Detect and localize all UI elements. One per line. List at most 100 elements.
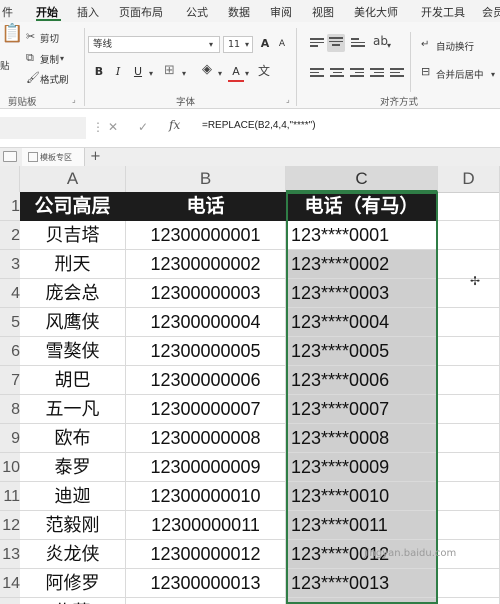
empty-cell[interactable] [438, 424, 500, 453]
name-box[interactable] [0, 117, 86, 139]
menu-beautify[interactable]: 美化大师 [354, 4, 398, 20]
paste-icon[interactable]: 📋 [1, 25, 23, 43]
scissors-icon[interactable]: ✂ [26, 31, 35, 43]
row-header[interactable]: 9 [0, 424, 20, 453]
align-top-icon[interactable] [310, 38, 324, 49]
empty-cell[interactable] [438, 395, 500, 424]
masked-cell[interactable]: 123****0013 [286, 569, 438, 598]
dialog-launcher-icon[interactable]: ⌟ [72, 94, 76, 106]
name-cell[interactable]: 雪獒侠 [20, 337, 126, 366]
masked-cell[interactable]: 123****0001 [286, 221, 438, 250]
menu-home[interactable]: 开始 [36, 4, 58, 20]
name-cell[interactable]: 刑天 [20, 250, 126, 279]
masked-cell[interactable]: 123****0004 [286, 308, 438, 337]
row-header[interactable]: 15 [0, 598, 20, 604]
phone-cell[interactable]: 12300000008 [126, 424, 286, 453]
menu-page-layout[interactable]: 页面布局 [119, 4, 163, 20]
menu-developer[interactable]: 开发工具 [421, 4, 465, 20]
row-header[interactable]: 1 [0, 192, 20, 221]
merge-center-button[interactable]: 合并后居中 [436, 67, 484, 81]
grow-font-button[interactable]: A [257, 36, 273, 52]
cut-button[interactable]: 剪切 [40, 31, 59, 45]
tab-template-zone[interactable]: 模板专区 [22, 148, 85, 166]
row-header[interactable]: 6 [0, 337, 20, 366]
brush-icon[interactable]: 🖌 [26, 72, 40, 84]
dialog-launcher-icon[interactable]: ⌟ [286, 94, 290, 106]
empty-cell[interactable] [438, 511, 500, 540]
paste-label[interactable]: 贴 [0, 58, 10, 72]
masked-cell[interactable]: 123****0005 [286, 337, 438, 366]
chevron-down-icon[interactable]: ▾ [387, 40, 391, 52]
font-color-button[interactable]: A [228, 64, 244, 82]
empty-cell[interactable] [438, 366, 500, 395]
menu-view[interactable]: 视图 [312, 4, 334, 20]
phone-cell[interactable]: 12300000003 [126, 279, 286, 308]
confirm-icon[interactable]: ✓ [138, 120, 148, 134]
bold-button[interactable]: B [91, 64, 107, 80]
name-cell[interactable]: 胡巴 [20, 366, 126, 395]
format-painter-button[interactable]: 格式刷 [40, 72, 69, 86]
align-center-icon[interactable] [330, 68, 344, 79]
name-cell[interactable]: 阿修罗 [20, 569, 126, 598]
menu-data[interactable]: 数据 [228, 4, 250, 20]
name-cell[interactable]: 迪迦 [20, 482, 126, 511]
header-cell[interactable]: 公司高层 [20, 192, 126, 221]
chevron-down-icon[interactable]: ▾ [245, 39, 249, 51]
column-header-a[interactable]: A [20, 166, 126, 192]
row-header[interactable]: 14 [0, 569, 20, 598]
masked-cell[interactable]: 123****0008 [286, 424, 438, 453]
spreadsheet-grid[interactable]: A B C D 123456789101112131415 公司高层电话电话（有… [0, 166, 500, 604]
column-header-d[interactable]: D [438, 166, 500, 192]
chevron-down-icon[interactable]: ▾ [182, 68, 186, 80]
row-header[interactable]: 7 [0, 366, 20, 395]
phone-cell[interactable]: 12300000012 [126, 540, 286, 569]
masked-cell[interactable]: 123****0009 [286, 453, 438, 482]
fill-color-icon[interactable]: ◈ [202, 63, 212, 76]
border-icon[interactable]: ⊞ [164, 64, 175, 77]
phone-cell[interactable]: 12300000007 [126, 395, 286, 424]
menu-file[interactable]: 件 [2, 4, 13, 20]
row-header[interactable]: 4 [0, 279, 20, 308]
select-all-corner[interactable] [0, 166, 20, 192]
phone-cell[interactable]: 12300000010 [126, 482, 286, 511]
chevron-down-icon[interactable]: ▾ [491, 69, 495, 81]
empty-cell[interactable] [438, 192, 500, 221]
more-icon[interactable]: ⋮ [92, 120, 104, 134]
row-header[interactable]: 3 [0, 250, 20, 279]
name-cell[interactable]: 欧布 [20, 424, 126, 453]
chevron-down-icon[interactable]: ▾ [245, 68, 249, 80]
text-direction-icon[interactable]: ab [373, 35, 388, 47]
folder-icon[interactable] [3, 151, 17, 162]
row-header[interactable]: 12 [0, 511, 20, 540]
masked-cell[interactable]: 123****0014 [286, 598, 438, 604]
phone-cell[interactable]: 12300000005 [126, 337, 286, 366]
empty-cell[interactable] [438, 308, 500, 337]
column-header-b[interactable]: B [126, 166, 286, 192]
phone-cell[interactable]: 12300000011 [126, 511, 286, 540]
phone-cell[interactable]: 12300000014 [126, 598, 286, 604]
empty-cell[interactable] [438, 598, 500, 604]
name-cell[interactable]: 泰罗 [20, 453, 126, 482]
row-header[interactable]: 13 [0, 540, 20, 569]
chevron-down-icon[interactable]: ▾ [60, 53, 64, 65]
empty-cell[interactable] [438, 569, 500, 598]
row-header[interactable]: 10 [0, 453, 20, 482]
name-cell[interactable]: 风鹰侠 [20, 308, 126, 337]
phone-cell[interactable]: 12300000004 [126, 308, 286, 337]
name-cell[interactable]: 范毅刚 [20, 511, 126, 540]
phone-cell[interactable]: 12300000001 [126, 221, 286, 250]
add-tab-button[interactable]: + [90, 149, 101, 164]
chevron-down-icon[interactable]: ▾ [218, 68, 222, 80]
name-cell[interactable]: 炎龙侠 [20, 540, 126, 569]
align-middle-icon[interactable] [327, 34, 345, 52]
phonetic-icon[interactable]: 文 [258, 65, 270, 77]
empty-cell[interactable] [438, 221, 500, 250]
row-header[interactable]: 8 [0, 395, 20, 424]
name-cell[interactable]: 五一凡 [20, 395, 126, 424]
copy-button[interactable]: 复制 [40, 52, 59, 66]
shrink-font-button[interactable]: A [274, 36, 290, 52]
insert-function-button[interactable]: fx [169, 118, 180, 132]
wrap-text-button[interactable]: 自动换行 [436, 39, 474, 53]
empty-cell[interactable] [438, 279, 500, 308]
menu-member[interactable]: 会员 [482, 4, 500, 20]
